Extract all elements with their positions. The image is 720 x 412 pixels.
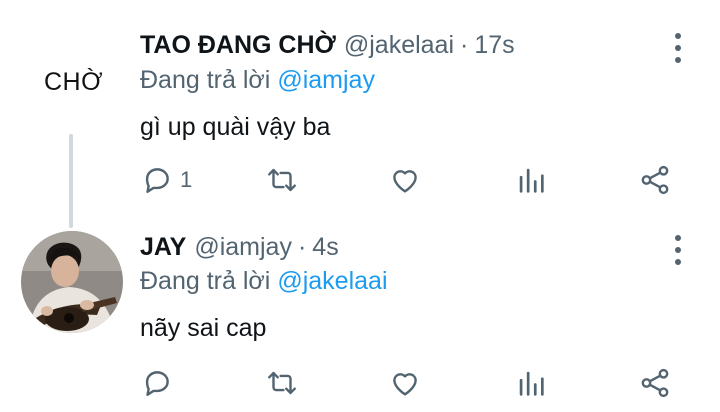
avatar-photo-icon xyxy=(21,231,123,333)
retweet-icon xyxy=(268,371,296,395)
tweet-header: TAO ĐANG CHỜ @jakelaai · 17s xyxy=(140,31,515,60)
tweet[interactable]: CHỜ TAO ĐANG CHỜ @jakelaai · 17s Đang tr… xyxy=(0,0,720,228)
avatar[interactable]: CHỜ xyxy=(44,68,103,97)
author-handle[interactable]: @iamjay xyxy=(194,233,292,262)
share-icon xyxy=(641,368,669,398)
reply-icon xyxy=(145,168,169,193)
timestamp[interactable]: 17s xyxy=(474,31,514,60)
separator-dot: · xyxy=(460,31,469,59)
more-vertical-icon xyxy=(675,33,681,39)
replying-to-label: Đang trả lời xyxy=(140,267,271,295)
retweet-icon xyxy=(268,168,296,192)
action-bar xyxy=(0,365,720,401)
author-name[interactable]: TAO ĐANG CHỜ xyxy=(140,31,336,60)
mention-link[interactable]: @iamjay xyxy=(277,66,375,94)
reply-button[interactable] xyxy=(140,365,180,401)
more-options-button[interactable] xyxy=(666,33,690,63)
retweet-button[interactable] xyxy=(265,365,299,401)
timestamp[interactable]: 4s xyxy=(312,233,338,262)
share-button[interactable] xyxy=(638,365,672,401)
tweet-text: gì up quài vậy ba xyxy=(140,113,331,141)
share-icon xyxy=(641,165,669,195)
reply-button[interactable]: 1 xyxy=(140,162,192,198)
tweet[interactable]: JAY @iamjay · 4s Đang trả lời @jakelaai n… xyxy=(0,222,720,412)
stats-icon xyxy=(519,371,544,396)
reply-count: 1 xyxy=(180,167,193,192)
mention-link[interactable]: @jakelaai xyxy=(277,267,387,295)
separator-dot: · xyxy=(297,233,307,261)
replying-to-label: Đang trả lời xyxy=(140,66,271,94)
avatar[interactable] xyxy=(21,231,123,333)
like-button[interactable] xyxy=(388,365,422,401)
replying-to: Đang trả lời @iamjay xyxy=(140,66,375,95)
like-icon xyxy=(393,170,417,193)
like-icon xyxy=(393,373,417,396)
more-vertical-icon xyxy=(675,235,681,241)
stats-button[interactable] xyxy=(514,365,548,401)
more-options-button[interactable] xyxy=(666,235,690,265)
author-name[interactable]: JAY xyxy=(140,233,186,262)
share-button[interactable] xyxy=(638,162,672,198)
replying-to: Đang trả lời @jakelaai xyxy=(140,267,388,296)
retweet-button[interactable] xyxy=(265,162,299,198)
stats-button[interactable] xyxy=(514,162,548,198)
tweet-header: JAY @iamjay · 4s xyxy=(140,233,339,262)
like-button[interactable] xyxy=(388,162,422,198)
author-handle[interactable]: @jakelaai xyxy=(344,31,454,60)
stats-icon xyxy=(519,168,544,193)
tweet-text: nãy sai cap xyxy=(140,314,267,342)
reply-icon xyxy=(145,371,169,396)
action-bar: 1 xyxy=(0,162,720,198)
